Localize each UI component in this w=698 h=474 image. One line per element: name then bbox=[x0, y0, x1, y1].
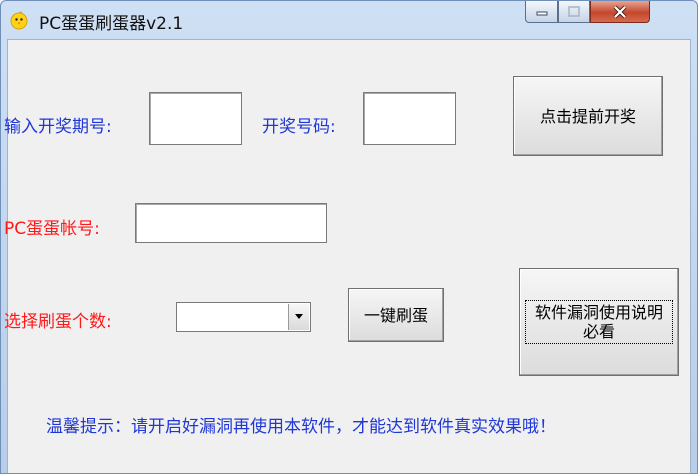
chevron-down-icon bbox=[295, 314, 303, 319]
period-input[interactable] bbox=[149, 92, 242, 145]
number-input[interactable] bbox=[363, 92, 456, 145]
maximize-icon bbox=[568, 5, 580, 17]
count-select[interactable] bbox=[176, 302, 311, 332]
minimize-icon bbox=[536, 11, 547, 15]
client-area: 输入开奖期号: 开奖号码: 点击提前开奖 PC蛋蛋帐号: 选择刷蛋个数: 一键刷… bbox=[4, 39, 691, 473]
count-label: 选择刷蛋个数: bbox=[4, 312, 112, 332]
window-title: PC蛋蛋刷蛋器v2.1 bbox=[39, 14, 184, 34]
period-label: 输入开奖期号: bbox=[4, 117, 112, 137]
close-icon bbox=[613, 5, 627, 18]
maximize-button[interactable] bbox=[558, 1, 590, 23]
account-label: PC蛋蛋帐号: bbox=[4, 219, 100, 239]
app-window: PC蛋蛋刷蛋器v2.1 输入开奖期号: 开奖号码: 点击提前开奖 PC蛋蛋帐号:… bbox=[0, 0, 698, 474]
chick-icon bbox=[10, 11, 28, 30]
instructions-button-label: 软件漏洞使用说明必看 bbox=[525, 300, 673, 344]
instructions-button[interactable]: 软件漏洞使用说明必看 bbox=[519, 268, 679, 376]
close-button[interactable] bbox=[590, 1, 650, 23]
title-bar[interactable]: PC蛋蛋刷蛋器v2.1 bbox=[1, 1, 697, 39]
advance-draw-button-label: 点击提前开奖 bbox=[539, 106, 636, 126]
one-click-button[interactable]: 一键刷蛋 bbox=[348, 288, 444, 342]
minimize-button[interactable] bbox=[525, 1, 558, 23]
one-click-button-label: 一键刷蛋 bbox=[363, 305, 428, 325]
account-input[interactable] bbox=[135, 203, 327, 243]
advance-draw-button[interactable]: 点击提前开奖 bbox=[513, 76, 663, 156]
number-label: 开奖号码: bbox=[262, 117, 336, 137]
tip-text: 温馨提示：请开启好漏洞再使用本软件，才能达到软件真实效果哦！ bbox=[46, 417, 556, 437]
dropdown-arrow[interactable] bbox=[288, 304, 309, 330]
